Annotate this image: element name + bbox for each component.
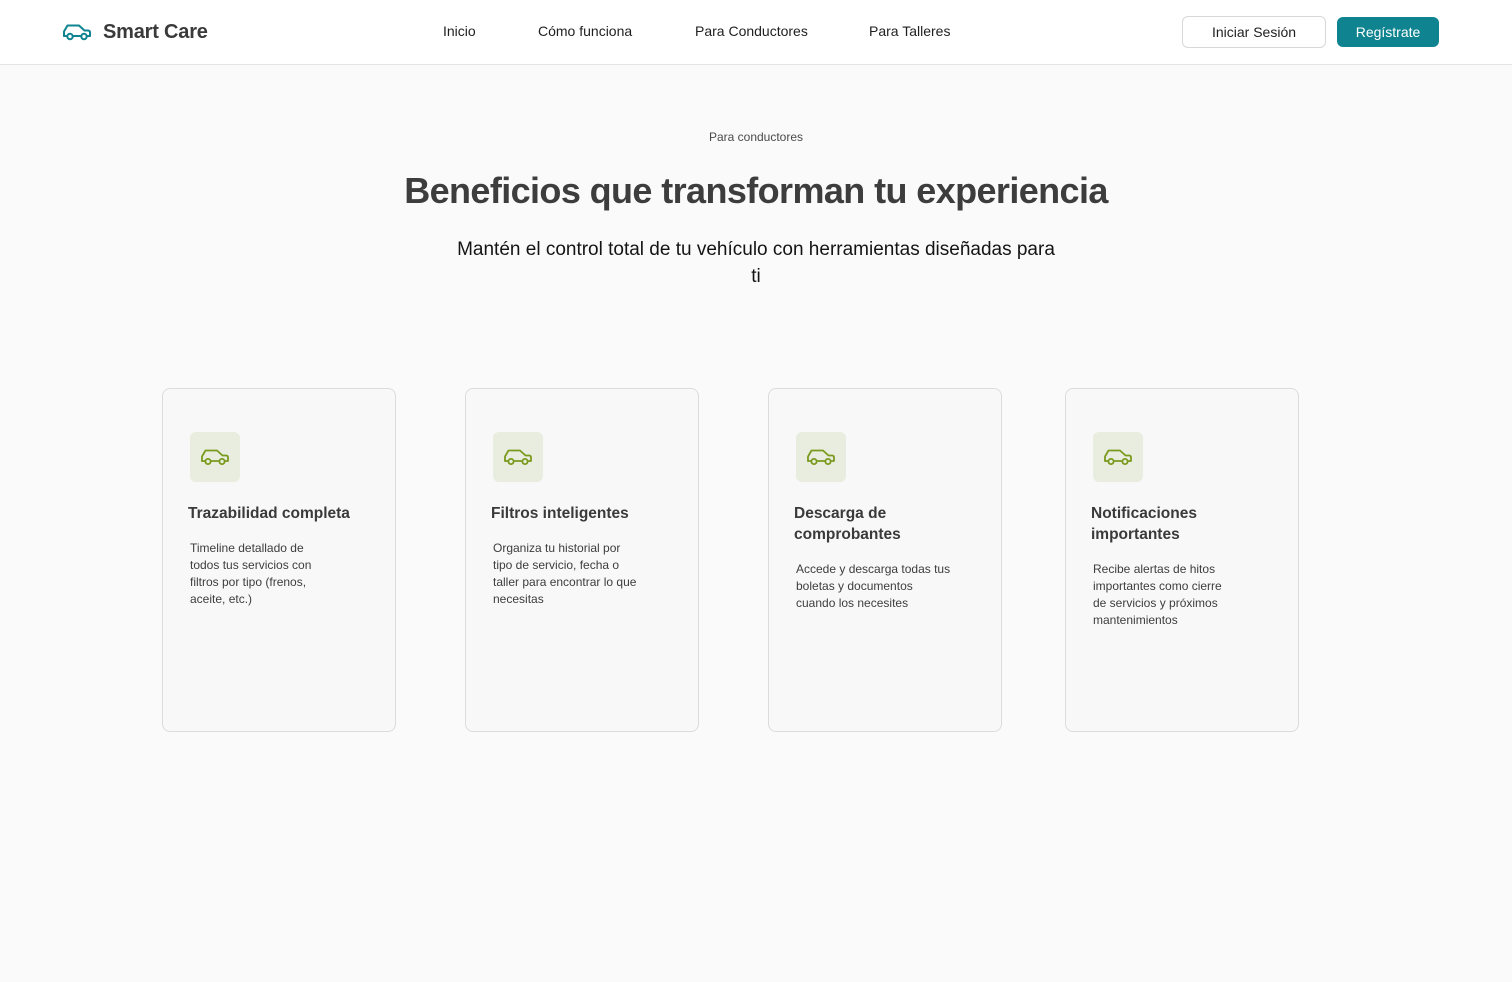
car-icon bbox=[190, 432, 240, 482]
navbar: Smart Care Inicio Cómo funciona Para Con… bbox=[0, 0, 1512, 65]
car-icon bbox=[796, 432, 846, 482]
register-button[interactable]: Regístrate bbox=[1337, 17, 1439, 47]
benefit-description: Timeline detallado de todos tus servicio… bbox=[190, 541, 312, 606]
benefit-title: Trazabilidad completa bbox=[188, 505, 350, 522]
nav-link-como-funciona[interactable]: Cómo funciona bbox=[538, 23, 632, 39]
nav-link-inicio[interactable]: Inicio bbox=[443, 23, 476, 39]
benefit-description: Accede y descarga todas tus boletas y do… bbox=[796, 562, 951, 610]
benefit-card-filtros: Filtros inteligentes Organiza tu histori… bbox=[465, 388, 699, 732]
benefit-card-comprobantes: Descarga de comprobantes Accede y descar… bbox=[768, 388, 1002, 732]
car-icon bbox=[1093, 432, 1143, 482]
section-title: Beneficios que transforman tu experienci… bbox=[404, 170, 1108, 211]
car-icon bbox=[493, 432, 543, 482]
section-eyebrow: Para conductores bbox=[708, 130, 804, 144]
benefit-description: Organiza tu historial por tipo de servic… bbox=[493, 541, 637, 606]
benefit-description: Recibe alertas de hitos importantes como… bbox=[1093, 562, 1222, 627]
section-subtitle: Mantén el control total de tu vehículo c… bbox=[457, 239, 1055, 287]
login-button[interactable]: Iniciar Sesión bbox=[1182, 16, 1326, 48]
nav-link-para-conductores[interactable]: Para Conductores bbox=[695, 23, 808, 39]
benefit-title: Descarga de comprobantes bbox=[794, 505, 901, 543]
nav-link-para-talleres[interactable]: Para Talleres bbox=[869, 23, 950, 39]
benefit-title: Filtros inteligentes bbox=[491, 505, 629, 522]
benefit-card-notificaciones: Notificaciones importantes Recibe alerta… bbox=[1065, 388, 1299, 732]
benefit-card-trazabilidad: Trazabilidad completa Timeline detallado… bbox=[162, 388, 396, 732]
benefit-title: Notificaciones importantes bbox=[1091, 505, 1197, 543]
